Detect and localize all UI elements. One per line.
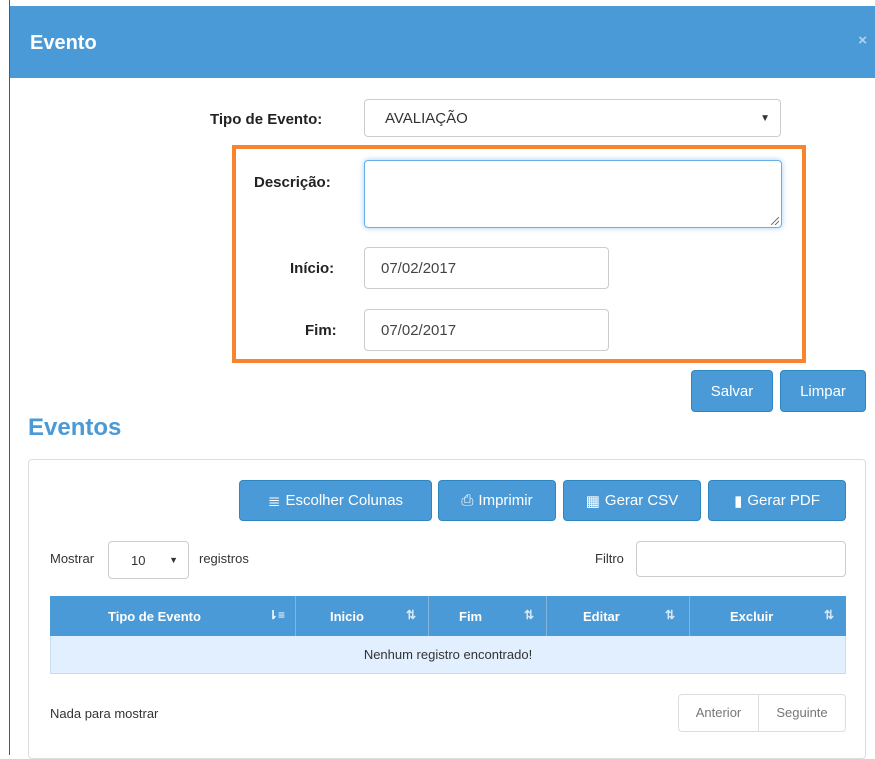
fim-value: 07/02/2017 bbox=[381, 322, 457, 339]
chevron-down-icon: ▼ bbox=[760, 113, 770, 124]
print-label: Imprimir bbox=[478, 492, 533, 509]
column-label: Excluir bbox=[730, 609, 774, 624]
choose-columns-label: Escolher Colunas bbox=[285, 492, 404, 509]
save-button-label: Salvar bbox=[710, 382, 754, 400]
length-select[interactable]: 10 ▼ bbox=[108, 541, 189, 579]
column-label: Tipo de Evento bbox=[108, 609, 201, 624]
csv-label: Gerar CSV bbox=[604, 492, 679, 509]
empty-table-row: Nenhum registro encontrado! bbox=[50, 636, 846, 674]
sort-icon: ⇅ bbox=[664, 608, 675, 622]
file-icon: ▮ bbox=[734, 492, 743, 510]
grid-icon: ▦ bbox=[585, 492, 600, 510]
descricao-label: Descrição: bbox=[254, 174, 331, 191]
clear-button-label: Limpar bbox=[800, 382, 846, 400]
inicio-value: 07/02/2017 bbox=[381, 260, 457, 277]
column-label: Inicio bbox=[330, 609, 364, 624]
inicio-label: Início: bbox=[290, 260, 335, 277]
fim-label: Fim: bbox=[305, 322, 337, 339]
length-prefix: Mostrar bbox=[50, 551, 95, 566]
print-icon: ⎙ bbox=[461, 492, 474, 509]
column-header-fim[interactable]: Fim ⇅ bbox=[429, 596, 547, 636]
modal-header: Evento × bbox=[10, 6, 875, 78]
tipo-evento-select[interactable]: AVALIAÇÃO ▼ bbox=[364, 99, 781, 137]
column-header-editar[interactable]: Editar ⇅ bbox=[547, 596, 690, 636]
clear-button[interactable]: Limpar bbox=[780, 370, 866, 412]
pdf-label: Gerar PDF bbox=[747, 492, 820, 509]
pdf-button[interactable]: ▮ Gerar PDF bbox=[708, 480, 846, 521]
section-title: Eventos bbox=[28, 414, 122, 441]
descricao-textarea[interactable] bbox=[364, 160, 782, 228]
sort-icon: ⇅ bbox=[405, 608, 416, 622]
save-button[interactable]: Salvar bbox=[691, 370, 773, 412]
choose-columns-button[interactable]: ≣ Escolher Colunas bbox=[239, 480, 432, 521]
table-header: Tipo de Evento ⇂≡ Inicio ⇅ Fim ⇅ Editar … bbox=[50, 596, 846, 636]
modal-left-border bbox=[9, 0, 10, 755]
column-header-inicio[interactable]: Inicio ⇅ bbox=[296, 596, 429, 636]
resize-handle-icon[interactable] bbox=[771, 217, 779, 225]
fim-input[interactable]: 07/02/2017 bbox=[364, 309, 609, 351]
next-page-button[interactable]: Seguinte bbox=[758, 694, 846, 732]
csv-button[interactable]: ▦ Gerar CSV bbox=[563, 480, 701, 521]
tipo-evento-value: AVALIAÇÃO bbox=[385, 110, 468, 127]
table-info: Nada para mostrar bbox=[50, 706, 159, 721]
length-suffix: registros bbox=[199, 551, 249, 566]
tipo-evento-label: Tipo de Evento: bbox=[210, 111, 323, 128]
filter-label: Filtro bbox=[595, 551, 624, 566]
close-icon[interactable]: × bbox=[858, 32, 867, 49]
sort-icon: ⇅ bbox=[823, 608, 834, 622]
modal-title: Evento bbox=[30, 32, 97, 54]
length-value: 10 bbox=[131, 553, 146, 568]
sort-asc-icon: ⇂≡ bbox=[267, 608, 285, 622]
list-icon: ≣ bbox=[267, 492, 281, 510]
column-header-tipo[interactable]: Tipo de Evento ⇂≡ bbox=[50, 596, 296, 636]
chevron-down-icon: ▼ bbox=[169, 555, 178, 565]
column-header-excluir[interactable]: Excluir ⇅ bbox=[690, 596, 846, 636]
sort-icon: ⇅ bbox=[523, 608, 534, 622]
column-label: Editar bbox=[583, 609, 620, 624]
inicio-input[interactable]: 07/02/2017 bbox=[364, 247, 609, 289]
previous-page-button[interactable]: Anterior bbox=[678, 694, 759, 732]
print-button[interactable]: ⎙ Imprimir bbox=[438, 480, 556, 521]
filter-input[interactable] bbox=[636, 541, 846, 577]
column-label: Fim bbox=[459, 609, 483, 624]
